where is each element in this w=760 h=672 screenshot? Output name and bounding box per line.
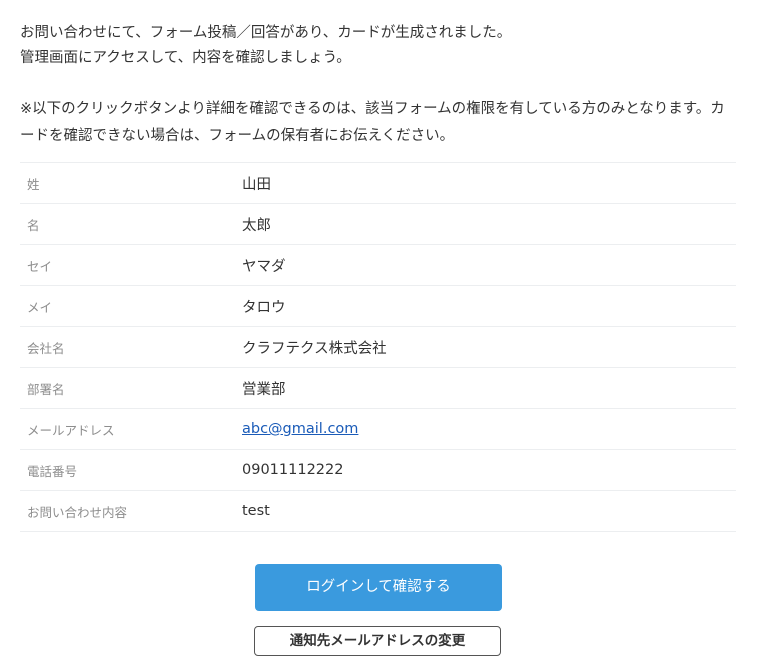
table-row: セイ ヤマダ — [20, 244, 736, 286]
field-label: 会社名 — [20, 326, 242, 368]
field-label: 部署名 — [20, 367, 242, 409]
field-value: ヤマダ — [242, 244, 736, 286]
intro-line-2: 管理画面にアクセスして、内容を確認しましょう。 — [20, 50, 351, 66]
field-value: タロウ — [242, 285, 736, 327]
field-value: クラフテクス株式会社 — [242, 326, 736, 368]
table-row: 会社名 クラフテクス株式会社 — [20, 326, 736, 368]
table-row: メールアドレス abc@gmail.com — [20, 408, 736, 450]
intro-text: お問い合わせにて、フォーム投稿／回答があり、カードが生成されました。 管理画面に… — [20, 0, 736, 96]
field-label: メイ — [20, 285, 242, 327]
field-label: お問い合わせ内容 — [20, 490, 242, 532]
field-label: セイ — [20, 244, 242, 286]
email-body: お問い合わせにて、フォーム投稿／回答があり、カードが生成されました。 管理画面に… — [20, 0, 736, 532]
table-row: 名 太郎 — [20, 203, 736, 245]
table-row: 部署名 営業部 — [20, 367, 736, 409]
table-row: お問い合わせ内容 test — [20, 490, 736, 532]
field-value: 09011112222 — [242, 449, 736, 491]
field-value: 営業部 — [242, 367, 736, 409]
field-label: 名 — [20, 203, 242, 245]
field-label: 電話番号 — [20, 449, 242, 491]
field-value-email: abc@gmail.com — [242, 408, 736, 450]
table-row: メイ タロウ — [20, 285, 736, 327]
field-value: 山田 — [242, 162, 736, 204]
table-row: 姓 山田 — [20, 162, 736, 204]
field-value: 太郎 — [242, 203, 736, 245]
table-row: 電話番号 09011112222 — [20, 449, 736, 491]
intro-line-1: お問い合わせにて、フォーム投稿／回答があり、カードが生成されました。 — [20, 25, 512, 41]
email-link[interactable]: abc@gmail.com — [242, 421, 358, 437]
change-notify-email-button[interactable]: 通知先メールアドレスの変更 — [254, 626, 501, 656]
login-confirm-button[interactable]: ログインして確認する — [255, 564, 502, 611]
notice-text: ※以下のクリックボタンより詳細を確認できるのは、該当フォームの権限を有している方… — [20, 101, 725, 144]
field-label: 姓 — [20, 162, 242, 204]
submission-table: 姓 山田 名 太郎 セイ ヤマダ メイ タロウ 会社名 クラフテクス株式会社 部… — [20, 162, 736, 532]
field-label: メールアドレス — [20, 408, 242, 450]
field-value: test — [242, 490, 736, 532]
